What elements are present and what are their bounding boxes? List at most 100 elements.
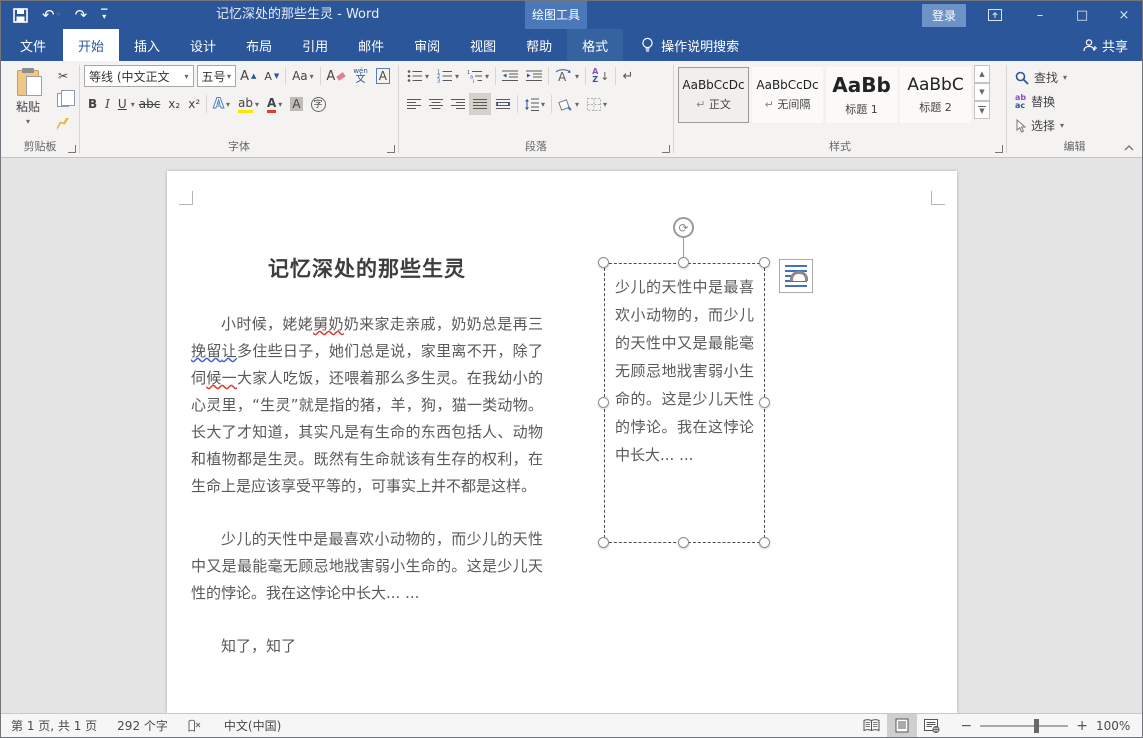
tab-insert[interactable]: 插入 xyxy=(119,29,175,61)
phonetic-guide-button[interactable]: wén文 xyxy=(349,65,371,87)
subscript-button[interactable]: x₂ xyxy=(164,93,184,115)
align-right-button[interactable] xyxy=(447,93,469,115)
document-heading[interactable]: 记忆深处的那些生灵 xyxy=(191,253,543,283)
highlight-color-button[interactable]: ab▾ xyxy=(234,93,263,115)
align-center-button[interactable] xyxy=(425,93,447,115)
font-dialog-launcher-icon[interactable] xyxy=(387,145,395,153)
redo-icon[interactable]: ↷ xyxy=(75,8,88,23)
superscript-button[interactable]: x² xyxy=(184,93,204,115)
tab-help[interactable]: 帮助 xyxy=(511,29,567,61)
tab-view[interactable]: 视图 xyxy=(455,29,511,61)
style-normal[interactable]: AaBbCcDc ↵ 正文 xyxy=(678,67,749,123)
tab-references[interactable]: 引用 xyxy=(287,29,343,61)
clear-formatting-button[interactable]: A xyxy=(322,65,349,87)
styles-scroll-up-icon[interactable]: ▲ xyxy=(974,65,990,83)
paragraph-dialog-launcher-icon[interactable] xyxy=(662,145,670,153)
web-layout-button[interactable] xyxy=(917,714,947,737)
zoom-out-button[interactable]: − xyxy=(961,718,973,734)
collapse-ribbon-icon[interactable] xyxy=(1124,145,1134,151)
tab-design[interactable]: 设计 xyxy=(175,29,231,61)
tab-mailings[interactable]: 邮件 xyxy=(343,29,399,61)
text-effects-button[interactable]: A▾ xyxy=(209,93,234,115)
copy-button[interactable] xyxy=(53,89,73,111)
styles-scroll-down-icon[interactable]: ▼ xyxy=(974,83,990,101)
zoom-in-button[interactable]: + xyxy=(1076,718,1088,734)
resize-handle-top-left[interactable] xyxy=(598,257,609,268)
font-color-button[interactable]: A▾ xyxy=(263,93,286,115)
underline-button[interactable]: U xyxy=(114,93,131,115)
signin-button[interactable]: 登录 xyxy=(922,4,966,27)
undo-caret-icon[interactable]: ▾ xyxy=(57,11,61,19)
resize-handle-middle-left[interactable] xyxy=(598,397,609,408)
style-heading1[interactable]: AaBb 标题 1 xyxy=(826,67,897,123)
character-shading-button[interactable]: A xyxy=(286,93,306,115)
proofing-status[interactable] xyxy=(178,714,214,738)
multilevel-list-button[interactable]: 1ai▾ xyxy=(463,65,493,87)
italic-button[interactable]: I xyxy=(101,93,114,115)
tell-me-search[interactable]: 操作说明搜索 xyxy=(641,29,739,61)
zoom-slider-thumb[interactable] xyxy=(1034,719,1039,733)
clipboard-dialog-launcher-icon[interactable] xyxy=(68,145,76,153)
increase-indent-button[interactable] xyxy=(522,65,546,87)
selected-text-box[interactable]: 少儿的天性中是最喜欢小动物的，而少儿的天性中又是最能毫无顾忌地戕害弱小生命的。这… xyxy=(604,263,765,543)
character-border-button[interactable]: A xyxy=(372,65,394,87)
zoom-slider[interactable] xyxy=(980,725,1068,727)
paste-caret-icon[interactable]: ▾ xyxy=(26,117,30,126)
paragraph-3[interactable]: 知了，知了 xyxy=(191,633,543,660)
undo-button[interactable]: ↶▾ xyxy=(42,8,61,23)
sort-button[interactable]: AZ↓ xyxy=(588,65,613,87)
tab-layout[interactable]: 布局 xyxy=(231,29,287,61)
change-case-button[interactable]: Aa▾ xyxy=(288,65,318,87)
tab-file[interactable]: 文件 xyxy=(3,29,63,61)
align-left-button[interactable] xyxy=(403,93,425,115)
font-family-combobox[interactable]: 等线 (中文正文▾ xyxy=(84,65,194,87)
justify-button[interactable] xyxy=(469,93,491,115)
borders-button[interactable]: ▾ xyxy=(583,93,611,115)
decrease-indent-button[interactable] xyxy=(498,65,522,87)
language-indicator[interactable]: 中文(中国) xyxy=(214,714,291,738)
resize-handle-top-center[interactable] xyxy=(678,257,689,268)
distributed-button[interactable] xyxy=(491,93,515,115)
font-size-combobox[interactable]: 五号▾ xyxy=(197,65,237,87)
style-no-spacing[interactable]: AaBbCcDc ↵ 无间隔 xyxy=(752,67,823,123)
line-spacing-button[interactable]: ▾ xyxy=(520,93,549,115)
document-page[interactable]: 记忆深处的那些生灵 小时候，姥姥舅奶奶来家走亲戚，奶奶总是再三挽留让多住些日子，… xyxy=(167,171,957,714)
replace-button[interactable]: abac 替换 xyxy=(1011,91,1138,112)
resize-handle-bottom-center[interactable] xyxy=(678,537,689,548)
minimize-button[interactable]: – xyxy=(1030,8,1050,23)
save-icon[interactable] xyxy=(13,8,28,23)
select-button[interactable]: 选择▾ xyxy=(1011,115,1138,136)
ribbon-display-options-icon[interactable] xyxy=(988,9,1008,21)
numbering-button[interactable]: 123▾ xyxy=(433,65,463,87)
cut-button[interactable]: ✂ xyxy=(53,65,73,87)
tab-home[interactable]: 开始 xyxy=(63,29,119,61)
format-painter-button[interactable] xyxy=(53,113,73,135)
paste-button[interactable]: 粘贴 ▾ xyxy=(5,65,51,131)
document-body[interactable]: 小时候，姥姥舅奶奶来家走亲戚，奶奶总是再三挽留让多住些日子，她们总是说，家里离不… xyxy=(191,311,543,660)
word-count-indicator[interactable]: 292 个字 xyxy=(107,714,178,738)
bold-button[interactable]: B xyxy=(84,93,101,115)
grow-font-button[interactable]: A▲ xyxy=(236,65,260,87)
styles-dialog-launcher-icon[interactable] xyxy=(995,145,1003,153)
shrink-font-button[interactable]: A▼ xyxy=(260,65,283,87)
share-button[interactable]: 共享 xyxy=(1082,29,1128,61)
zoom-level[interactable]: 100% xyxy=(1096,719,1142,733)
maximize-button[interactable]: □ xyxy=(1072,8,1092,23)
page-number-indicator[interactable]: 第 1 页, 共 1 页 xyxy=(1,714,107,738)
show-hide-marks-button[interactable]: ↵ xyxy=(618,65,637,87)
asian-layout-button[interactable]: A▾ xyxy=(551,65,583,87)
tab-review[interactable]: 审阅 xyxy=(399,29,455,61)
resize-handle-bottom-right[interactable] xyxy=(759,537,770,548)
close-button[interactable]: × xyxy=(1114,8,1134,23)
customize-qat-icon[interactable]: ▔▾ xyxy=(101,12,107,18)
resize-handle-top-right[interactable] xyxy=(759,257,770,268)
resize-handle-middle-right[interactable] xyxy=(759,397,770,408)
find-button[interactable]: 查找▾ xyxy=(1011,67,1138,88)
paragraph-1[interactable]: 小时候，姥姥舅奶奶来家走亲戚，奶奶总是再三挽留让多住些日子，她们总是说，家里离不… xyxy=(191,311,543,500)
layout-options-button[interactable] xyxy=(779,259,813,293)
tab-format[interactable]: 格式 xyxy=(567,29,623,61)
styles-gallery-more-icon[interactable]: ▼ xyxy=(974,101,990,119)
resize-handle-bottom-left[interactable] xyxy=(598,537,609,548)
bullets-button[interactable]: ▾ xyxy=(403,65,433,87)
enclose-characters-button[interactable]: 字 xyxy=(307,93,330,115)
